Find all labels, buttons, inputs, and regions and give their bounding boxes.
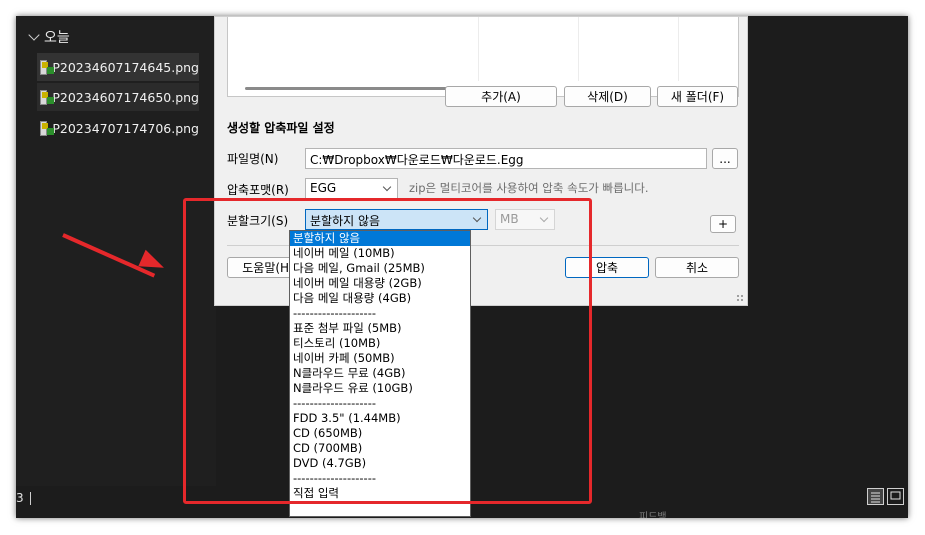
delete-button[interactable]: 삭제(D) (564, 86, 651, 107)
status-separator (30, 492, 31, 505)
details-view-icon[interactable] (867, 488, 884, 505)
file-name: P20234607174650.png (52, 89, 199, 105)
file-name: P20234707174706.png (52, 120, 199, 136)
column-divider (578, 17, 579, 81)
file-name: P20234607174645.png (52, 59, 199, 75)
chevron-down-icon (382, 182, 392, 192)
column-divider (478, 17, 479, 81)
file-item[interactable]: P20234607174650.png (37, 83, 199, 111)
browse-button[interactable]: ... (712, 148, 738, 169)
format-hint: zip은 멀티코어를 사용하여 압축 속도가 빠릅니다. (409, 181, 649, 195)
section-title: 생성할 압축파일 설정 (227, 121, 335, 135)
file-item[interactable]: P20234607174645.png (37, 53, 199, 81)
add-option-button[interactable]: + (710, 215, 736, 233)
preview-view-icon[interactable] (887, 488, 904, 505)
group-label: 오늘 (44, 30, 70, 46)
filename-label: 파일명(N) (227, 152, 279, 166)
image-file-icon (40, 120, 55, 136)
cancel-button[interactable]: 취소 (655, 257, 739, 278)
image-file-icon (40, 59, 55, 75)
format-value: EGG (310, 181, 337, 195)
format-select[interactable]: EGG (305, 178, 398, 199)
resize-grip[interactable] (736, 294, 744, 302)
file-list-box[interactable] (227, 17, 739, 97)
highlight-box (183, 198, 592, 504)
filename-input[interactable]: C:₩Dropbox₩다운로드₩다운로드.Egg (305, 148, 707, 169)
new-folder-button[interactable]: 새 폴더(F) (657, 86, 738, 107)
chevron-down-icon[interactable] (28, 29, 40, 41)
add-button[interactable]: 추가(A) (445, 86, 557, 107)
item-count: 3 (16, 491, 24, 505)
feedback-link[interactable]: 피드백 (639, 508, 667, 518)
file-item[interactable]: P20234707174706.png (37, 114, 199, 142)
group-header-today[interactable]: 오늘 (26, 27, 70, 47)
column-divider (678, 17, 679, 81)
format-label: 압축포맷(R) (227, 183, 289, 197)
image-file-icon (40, 89, 55, 105)
